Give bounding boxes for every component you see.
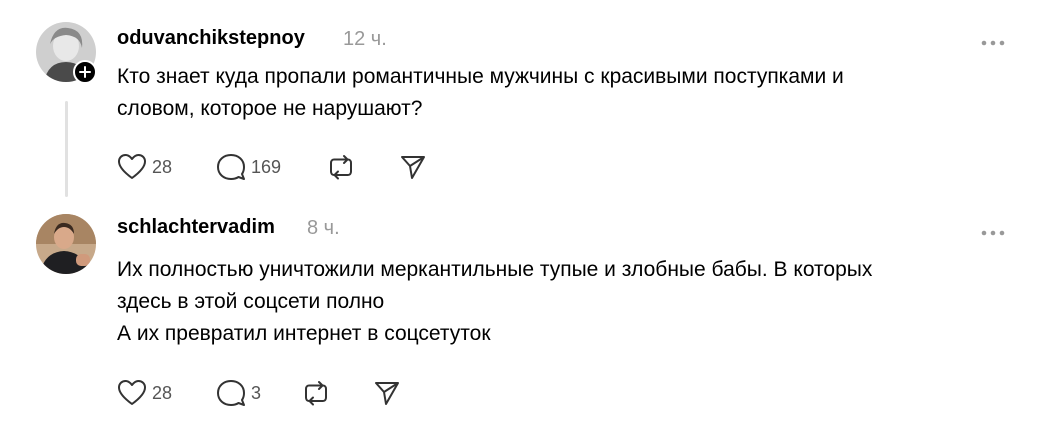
- more-icon: [981, 40, 1005, 46]
- reply-count: 3: [251, 382, 262, 403]
- post-text-line: словом, которое не нарушают?: [117, 97, 423, 120]
- like-count: 28: [152, 156, 173, 177]
- more-button[interactable]: [980, 34, 1006, 46]
- more-icon: [981, 230, 1005, 236]
- post-text: Их полностью уничтожили меркантильные ту…: [117, 254, 1017, 350]
- like-count: 28: [152, 382, 173, 403]
- like-button[interactable]: 28: [117, 152, 172, 182]
- repost-icon: [330, 155, 352, 180]
- send-icon: [375, 382, 399, 405]
- post-text-line: Кто знает куда пропали романтичные мужчи…: [117, 65, 844, 88]
- username[interactable]: oduvanchikstepnoy: [117, 27, 305, 50]
- repost-button[interactable]: [302, 378, 330, 408]
- share-button[interactable]: [399, 152, 427, 182]
- heart-icon: [118, 380, 146, 405]
- more-button[interactable]: [980, 224, 1006, 236]
- thread-line: [65, 101, 68, 197]
- heart-icon: [118, 154, 146, 179]
- timestamp[interactable]: 8 ч.: [307, 217, 340, 240]
- plus-icon: [79, 66, 91, 78]
- comment-icon: [217, 154, 245, 180]
- post-text-line: Их полностью уничтожили меркантильные ту…: [117, 258, 873, 281]
- post-text-line: здесь в этой соцсети полно: [117, 290, 385, 313]
- timestamp[interactable]: 12 ч.: [343, 28, 387, 51]
- comment-icon: [217, 380, 245, 406]
- post-text-line: А их превратил интернет в соцсетуток: [117, 322, 491, 345]
- post-text: Кто знает куда пропали романтичные мужчи…: [117, 61, 1017, 125]
- avatar[interactable]: [36, 214, 96, 274]
- repost-icon: [305, 381, 327, 406]
- share-button[interactable]: [373, 378, 401, 408]
- username[interactable]: schlachtervadim: [117, 216, 275, 239]
- repost-button[interactable]: [327, 152, 355, 182]
- send-icon: [401, 156, 425, 179]
- post-2: schlachtervadim 8 ч. Их полностью уничто…: [0, 200, 1048, 429]
- reply-count: 169: [251, 156, 282, 177]
- reply-button[interactable]: 3: [216, 378, 261, 408]
- reply-button[interactable]: 169: [216, 152, 281, 182]
- like-button[interactable]: 28: [117, 378, 172, 408]
- follow-button[interactable]: [73, 60, 97, 84]
- post-1: oduvanchikstepnoy 12 ч. Кто знает куда п…: [0, 0, 1048, 200]
